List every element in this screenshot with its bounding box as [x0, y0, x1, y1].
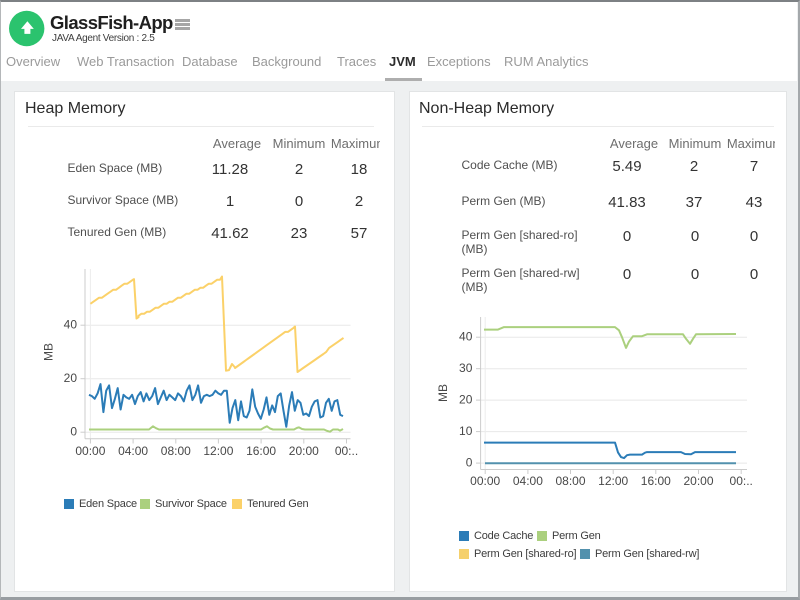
svg-text:20:00: 20:00 [289, 444, 319, 458]
svg-text:MB: MB [436, 384, 450, 402]
svg-text:30: 30 [459, 361, 473, 375]
svg-text:00:00: 00:00 [75, 444, 105, 458]
svg-text:10: 10 [459, 424, 473, 438]
svg-text:08:00: 08:00 [161, 444, 191, 458]
svg-text:00:..: 00:.. [335, 444, 358, 458]
svg-text:0: 0 [466, 456, 473, 470]
svg-text:MB: MB [42, 343, 56, 361]
svg-text:0: 0 [70, 425, 77, 439]
svg-text:16:00: 16:00 [641, 474, 671, 488]
svg-text:20:00: 20:00 [683, 474, 713, 488]
svg-text:00:00: 00:00 [470, 474, 500, 488]
svg-text:16:00: 16:00 [246, 444, 276, 458]
svg-text:04:00: 04:00 [513, 474, 543, 488]
svg-text:40: 40 [64, 318, 78, 332]
svg-text:08:00: 08:00 [555, 474, 585, 488]
svg-text:20: 20 [459, 393, 473, 407]
svg-text:20: 20 [64, 371, 78, 385]
svg-text:40: 40 [459, 330, 473, 344]
svg-text:12:00: 12:00 [203, 444, 233, 458]
svg-text:04:00: 04:00 [118, 444, 148, 458]
svg-text:12:00: 12:00 [598, 474, 628, 488]
svg-text:00:..: 00:.. [730, 474, 753, 488]
